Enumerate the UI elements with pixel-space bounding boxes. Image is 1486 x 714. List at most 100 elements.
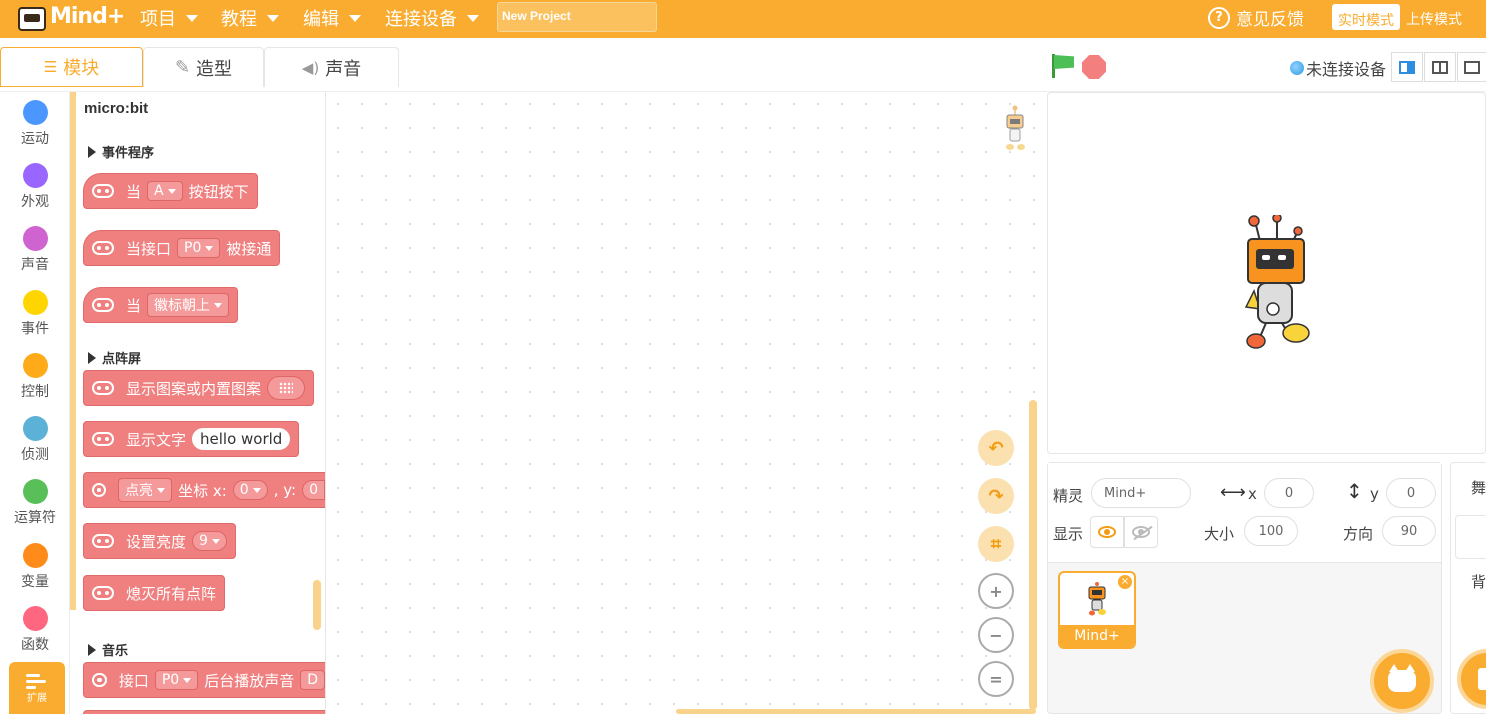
stage-panel: 舞 背 <box>1450 462 1486 714</box>
zoom-reset-button[interactable]: = <box>978 661 1014 697</box>
block-show-pattern[interactable]: 显示图案或内置图案 <box>83 370 315 406</box>
menu-tutorial[interactable]: 教程 <box>221 5 279 31</box>
zoom-out-button[interactable]: − <box>978 617 1014 653</box>
size-input[interactable]: 100 <box>1244 516 1298 546</box>
direction-input[interactable]: 90 <box>1382 516 1436 546</box>
add-backdrop-button[interactable] <box>1457 649 1486 709</box>
category-dot-icon <box>22 226 48 251</box>
workspace-horizontal-scrollbar[interactable] <box>676 709 1036 714</box>
stage[interactable] <box>1047 92 1486 454</box>
palette-scrollbar[interactable] <box>313 580 321 630</box>
x-input[interactable]: 0 <box>1264 478 1314 508</box>
gesture-dropdown[interactable]: 徽标朝上 <box>147 293 230 317</box>
category-sound[interactable]: 声音 <box>0 226 70 288</box>
realtime-mode-button[interactable]: 实时模式 <box>1332 4 1400 30</box>
block-show-text[interactable]: 显示文字 hello world <box>83 421 300 457</box>
workspace-vertical-scrollbar[interactable] <box>1029 400 1037 710</box>
text-input[interactable]: hello world <box>192 428 291 450</box>
brightness-dropdown[interactable]: 9 <box>192 531 227 551</box>
undo-button[interactable]: ↶ <box>978 430 1014 466</box>
chevron-down-icon <box>349 14 361 22</box>
delete-sprite-button[interactable]: × <box>1118 575 1132 589</box>
microbit-icon <box>92 432 114 446</box>
layout-fullscreen-button[interactable] <box>1457 52 1486 82</box>
x-dropdown[interactable]: 0 <box>232 480 268 500</box>
chevron-down-icon <box>157 487 166 493</box>
section-music-header[interactable]: 音乐 <box>88 640 128 659</box>
pin-dropdown[interactable]: P0 <box>154 670 199 690</box>
block-clear-matrix[interactable]: 熄灭所有点阵 <box>83 575 226 611</box>
upload-mode-button[interactable]: 上传模式 <box>1400 4 1468 30</box>
microbit-icon <box>92 381 114 395</box>
redo-button[interactable]: ↷ <box>978 478 1014 514</box>
tab-sounds[interactable]: ◀) 声音 <box>264 47 399 87</box>
sprite-thumbnail[interactable]: × Mind+ <box>1058 571 1136 649</box>
crop-button[interactable]: ⌗ <box>978 526 1014 562</box>
layout-small-stage-button[interactable] <box>1391 52 1423 82</box>
green-flag-button[interactable] <box>1050 54 1076 78</box>
blocks-icon: ☰ <box>43 58 58 76</box>
sound-dropdown[interactable]: D <box>300 670 325 690</box>
block-when-pin-connected[interactable]: 当接口 P0 被接通 <box>83 230 281 266</box>
pin-dropdown[interactable]: P0 <box>177 238 221 258</box>
menu-edit[interactable]: 编辑 <box>303 5 361 31</box>
dropdown-value: 徽标朝上 <box>154 298 211 314</box>
mindplus-logo[interactable]: Mind+ <box>18 3 125 35</box>
expand-triangle-icon <box>88 351 96 364</box>
tab-costumes[interactable]: ✎ 造型 <box>143 47 264 87</box>
button-dropdown[interactable]: A <box>147 181 183 201</box>
category-looks[interactable]: 外观 <box>0 163 70 225</box>
block-partial[interactable] <box>83 710 325 714</box>
led-matrix-picker[interactable] <box>267 376 306 400</box>
show-sprite-button[interactable] <box>1090 516 1124 548</box>
stage-thumbnail[interactable] <box>1455 515 1486 559</box>
menu-connect-device[interactable]: 连接设备 <box>385 5 479 31</box>
category-motion[interactable]: 运动 <box>0 100 70 162</box>
mindplus-sprite[interactable] <box>1242 215 1312 351</box>
category-control[interactable]: 控制 <box>0 353 70 415</box>
category-functions[interactable]: 函数 <box>0 606 70 668</box>
category-operators[interactable]: 运算符 <box>0 479 70 541</box>
category-events[interactable]: 事件 <box>0 290 70 352</box>
tab-blocks[interactable]: ☰ 模块 <box>0 47 143 87</box>
section-label: 点阵屏 <box>102 352 142 367</box>
layout-normal-stage-button[interactable] <box>1424 52 1456 82</box>
block-when-gesture[interactable]: 当 徽标朝上 <box>83 287 239 323</box>
category-label: 声音 <box>21 257 49 273</box>
section-label: 音乐 <box>102 644 129 659</box>
category-sensing[interactable]: 侦测 <box>0 416 70 478</box>
chevron-down-icon <box>183 677 192 683</box>
section-matrix-header[interactable]: 点阵屏 <box>88 348 141 367</box>
project-name-input[interactable]: New Project <box>497 2 657 32</box>
y-dropdown[interactable]: 0 <box>302 480 325 500</box>
sprite-name-input[interactable]: Mind+ <box>1091 478 1191 508</box>
category-variables[interactable]: 变量 <box>0 543 70 605</box>
dropdown-value: 9 <box>199 533 208 549</box>
brush-icon: ✎ <box>174 57 191 78</box>
menu-project[interactable]: 项目 <box>140 5 198 31</box>
mode-switch[interactable]: 实时模式 上传模式 <box>1332 4 1468 30</box>
extension-button[interactable]: 扩展 <box>9 662 65 714</box>
block-set-brightness[interactable]: 设置亮度 9 <box>83 523 236 559</box>
block-when-button-pressed[interactable]: 当 A 按钮按下 <box>83 173 258 209</box>
category-dot-icon <box>22 606 48 631</box>
show-label: 显示 <box>1053 525 1084 543</box>
category-dot-icon <box>22 290 48 315</box>
y-input[interactable]: 0 <box>1386 478 1436 508</box>
device-status[interactable]: 未连接设备 <box>1290 56 1386 80</box>
palette-title: micro:bit <box>84 100 149 117</box>
block-text: , y: <box>273 481 297 499</box>
block-plot-point[interactable]: 点亮 坐标 x: 0 , y: 0 <box>83 472 325 508</box>
microbit-icon <box>92 241 114 255</box>
microbit-icon <box>92 483 107 497</box>
block-play-background-sound[interactable]: 接口 P0 后台播放声音 D <box>83 662 325 698</box>
hide-sprite-button[interactable] <box>1124 516 1158 548</box>
zoom-in-icon: + <box>989 581 1003 601</box>
feedback-button[interactable]: ? 意见反馈 <box>1208 5 1304 30</box>
plot-mode-dropdown[interactable]: 点亮 <box>118 478 173 502</box>
add-sprite-button[interactable] <box>1370 649 1434 713</box>
section-events-header[interactable]: 事件程序 <box>88 142 154 161</box>
zoom-in-button[interactable]: + <box>978 573 1014 609</box>
dropdown-value: P0 <box>184 240 202 256</box>
code-workspace[interactable]: ↶ ↷ ⌗ + − = <box>326 92 1042 714</box>
